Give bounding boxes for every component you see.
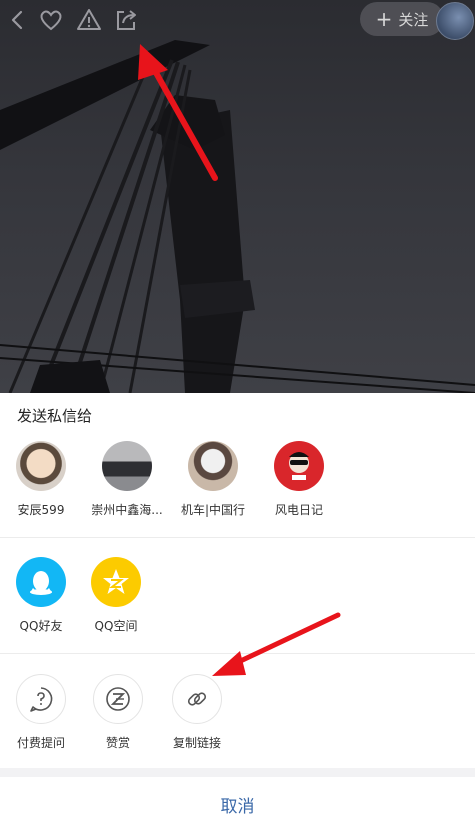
copy-link-button[interactable]: 复制链接 bbox=[162, 674, 232, 751]
app-label: QQ好友 bbox=[19, 619, 63, 633]
share-app-row: QQ好友 QQ空间 bbox=[0, 557, 475, 639]
reward-icon bbox=[93, 674, 143, 724]
app-label: QQ空间 bbox=[94, 619, 138, 633]
qq-icon bbox=[16, 557, 66, 607]
warning-icon[interactable] bbox=[75, 6, 103, 34]
share-qzone[interactable]: QQ空间 bbox=[81, 557, 151, 634]
contact-avatar bbox=[274, 441, 324, 491]
contact-item[interactable]: 崇州中鑫海... bbox=[82, 441, 172, 518]
plus-icon: + bbox=[375, 7, 393, 31]
link-icon bbox=[172, 674, 222, 724]
reward-button[interactable]: 赞赏 bbox=[83, 674, 153, 751]
author-avatar[interactable] bbox=[436, 2, 474, 40]
contact-list: 安辰599 崇州中鑫海... 机车|中国行 风电日记 bbox=[0, 441, 475, 521]
contact-item[interactable]: 机车|中国行 bbox=[168, 441, 258, 518]
follow-label: 关注 bbox=[398, 10, 429, 29]
top-toolbar: + 关注 bbox=[0, 0, 475, 40]
contact-avatar bbox=[188, 441, 238, 491]
cancel-button[interactable]: 取消 bbox=[0, 777, 475, 832]
divider bbox=[0, 653, 475, 654]
contact-name: 崇州中鑫海... bbox=[91, 503, 163, 517]
tool-label: 复制链接 bbox=[172, 736, 221, 750]
contact-name: 风电日记 bbox=[274, 503, 323, 517]
contact-name: 机车|中国行 bbox=[180, 503, 246, 517]
contact-item[interactable]: 风电日记 bbox=[254, 441, 344, 518]
crane-silhouette bbox=[0, 40, 475, 393]
paid-question-button[interactable]: 付费提问 bbox=[6, 674, 76, 751]
paid-question-icon bbox=[16, 674, 66, 724]
tool-label: 付费提问 bbox=[16, 736, 65, 750]
share-sheet: 发送私信给 安辰599 崇州中鑫海... 机车|中国行 风电日记 QQ好友 QQ… bbox=[0, 393, 475, 832]
heart-icon[interactable] bbox=[37, 6, 65, 34]
contact-item[interactable]: 安辰599 bbox=[0, 441, 86, 518]
separator-band bbox=[0, 768, 475, 777]
share-icon[interactable] bbox=[112, 6, 140, 34]
share-tool-row: 付费提问 赞赏 复制链接 bbox=[0, 674, 475, 756]
contact-avatar bbox=[102, 441, 152, 491]
sheet-title: 发送私信给 bbox=[17, 407, 93, 425]
contact-avatar bbox=[16, 441, 66, 491]
post-image: + 关注 bbox=[0, 0, 475, 393]
contact-name: 安辰599 bbox=[17, 503, 65, 517]
divider bbox=[0, 537, 475, 538]
share-qq-friend[interactable]: QQ好友 bbox=[6, 557, 76, 634]
qzone-icon bbox=[91, 557, 141, 607]
follow-button[interactable]: + 关注 bbox=[360, 2, 444, 36]
tool-label: 赞赏 bbox=[105, 736, 130, 750]
back-icon[interactable] bbox=[4, 6, 32, 34]
